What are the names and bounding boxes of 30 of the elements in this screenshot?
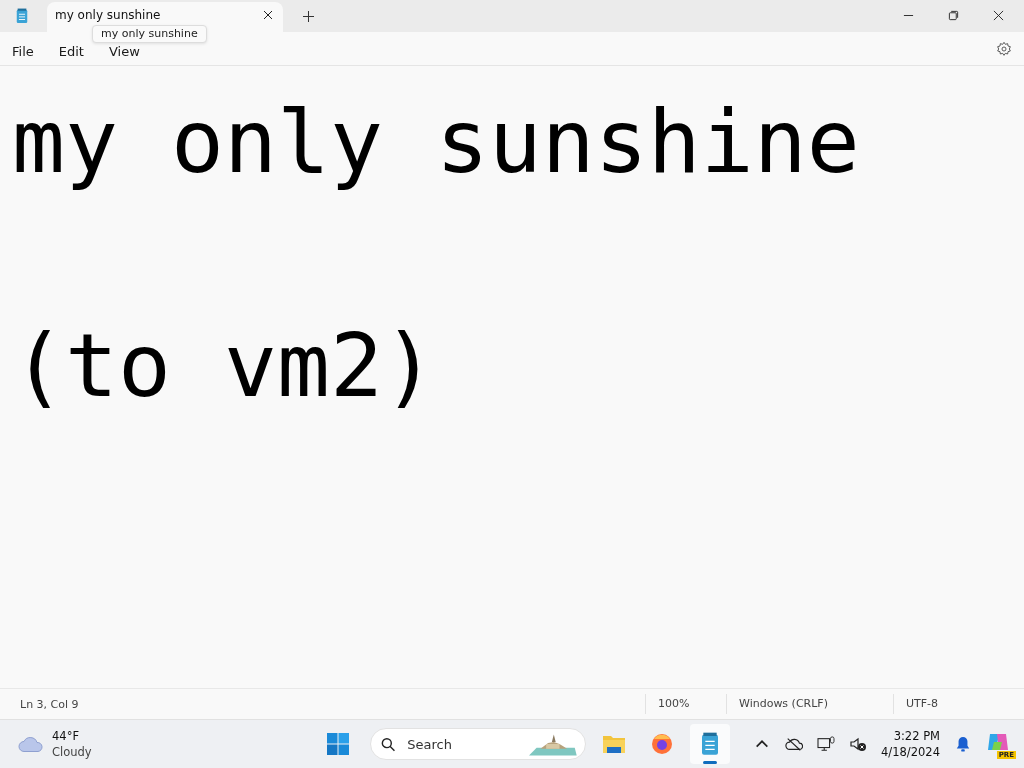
notepad-icon	[15, 8, 29, 24]
zoom-level: 100%	[645, 694, 726, 714]
menu-item[interactable]: File	[12, 38, 34, 59]
cloud-off-icon[interactable]	[785, 736, 804, 752]
restore-icon[interactable]	[948, 10, 959, 21]
monitor-icon[interactable]	[817, 736, 836, 752]
taskbar-app[interactable]	[690, 724, 730, 764]
search-field[interactable]: Search	[405, 735, 530, 753]
cloud-icon	[18, 735, 44, 753]
line-ending: Windows (CRLF)	[726, 694, 893, 714]
temperature: 44°F	[52, 728, 80, 744]
text-line: (to vm2)	[12, 313, 437, 419]
clock-date[interactable]: 4/18/2024	[881, 744, 940, 760]
close-icon[interactable]	[993, 10, 1004, 21]
text-line: my only sunshine	[12, 89, 861, 195]
new-tab-icon[interactable]	[303, 11, 314, 22]
search-bar[interactable]: Search	[370, 728, 586, 760]
windows-logo-icon[interactable]	[326, 732, 350, 756]
search-icon	[381, 736, 396, 752]
speaker-muted-icon[interactable]	[849, 736, 868, 752]
menu-item[interactable]: Edit	[58, 38, 84, 59]
settings-icon[interactable]	[996, 40, 1012, 57]
cursor-position: Ln 3, Col 9	[19, 697, 80, 711]
weather-condition: Cloudy	[52, 744, 92, 760]
close-icon[interactable]	[263, 10, 273, 20]
encoding: UTF-8	[893, 694, 1006, 714]
clock-time[interactable]: 3:22 PM	[893, 728, 940, 744]
bell-icon[interactable]	[954, 736, 972, 752]
browser-icon	[650, 732, 674, 756]
tooltip: my only sunshine	[92, 25, 207, 43]
